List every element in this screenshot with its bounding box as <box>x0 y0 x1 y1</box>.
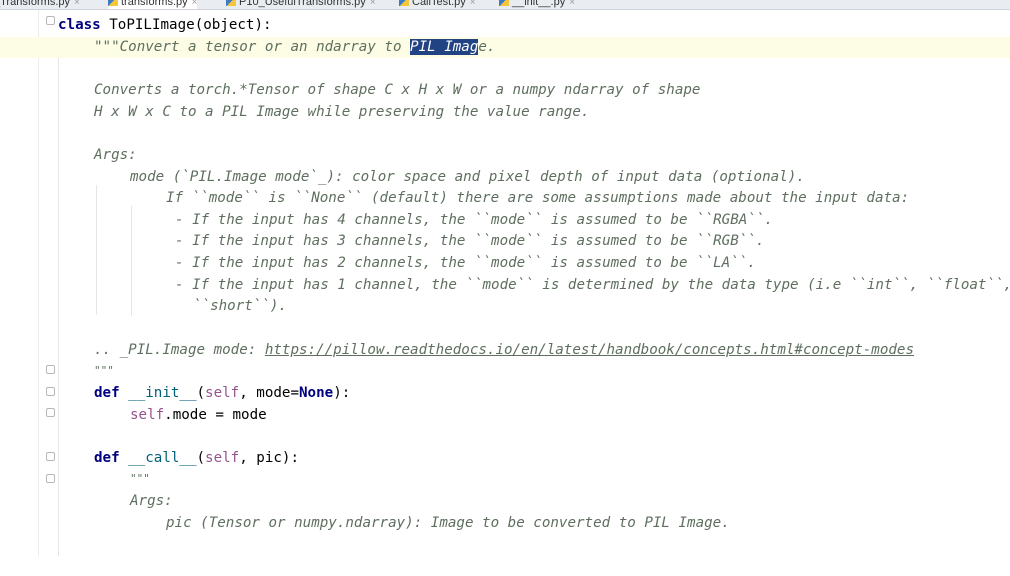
code-line: If ``mode`` is ``None`` (default) there … <box>0 188 1010 209</box>
code-line: Args: <box>0 491 1010 512</box>
docstring-text: """Convert a tensor or an ndarray to <box>94 39 411 55</box>
tab-transforms-underscore[interactable]: _Transforms.py × <box>0 0 80 9</box>
docstring-quotes: """ <box>130 472 150 485</box>
keyword: class <box>58 17 101 33</box>
docstring-text: - If the input has 4 channels, the ``mod… <box>175 212 773 228</box>
code-line: ``short``). <box>0 296 1010 317</box>
function-name: __init__ <box>119 385 197 401</box>
code-line: mode (`PIL.Image mode`_): color space an… <box>0 167 1010 188</box>
text-selection: PIL Imag <box>410 39 479 55</box>
code-line: def __init__(self, mode=None): <box>0 383 1010 404</box>
code-text: (object): <box>194 17 272 33</box>
code-line: def __call__(self, pic): <box>0 448 1010 469</box>
tab-init[interactable]: __init__.py × <box>499 0 575 9</box>
keyword: def <box>94 385 120 401</box>
python-file-icon <box>108 0 118 6</box>
python-file-icon <box>499 0 509 6</box>
function-name: __call__ <box>119 450 197 466</box>
keyword: None <box>299 385 334 401</box>
tab-label: CallTest.py <box>412 0 466 8</box>
code-line: - If the input has 2 channels, the ``mod… <box>0 253 1010 274</box>
code-text: ( <box>196 385 206 401</box>
code-editor[interactable]: class ToPILImage(object): """Convert a t… <box>0 10 1010 556</box>
code-line: class ToPILImage(object): <box>0 15 1010 36</box>
docstring-text: ``short``). <box>193 298 287 314</box>
code-text: ( <box>196 450 206 466</box>
self-param: self <box>130 407 165 423</box>
docstring-link[interactable]: https://pillow.readthedocs.io/en/latest/… <box>265 342 914 358</box>
code-line: Args: <box>0 145 1010 166</box>
tab-label: _Transforms.py <box>0 0 71 8</box>
docstring-text: - If the input has 1 channel, the ``mode… <box>175 277 1010 293</box>
code-line-current: """Convert a tensor or an ndarray to PIL… <box>0 37 1010 58</box>
docstring-text: e. <box>478 39 496 55</box>
tab-label: P10_UsefulTransforms.py <box>239 0 366 8</box>
docstring-text: H x W x C to a PIL Image while preservin… <box>94 104 590 120</box>
class-name: ToPILImage <box>100 17 195 33</box>
code-line: H x W x C to a PIL Image while preservin… <box>0 102 1010 123</box>
code-line: """ <box>0 360 1010 381</box>
code-line: - If the input has 3 channels, the ``mod… <box>0 231 1010 252</box>
code-text: .mode = mode <box>164 407 267 423</box>
docstring-text: .. _PIL.Image mode: <box>94 342 265 358</box>
close-icon[interactable]: × <box>470 0 476 8</box>
self-param: self <box>205 450 240 466</box>
code-text: ): <box>333 385 351 401</box>
code-line: .. _PIL.Image mode: https://pillow.readt… <box>0 340 1010 361</box>
code-line: Converts a torch.*Tensor of shape C x H … <box>0 80 1010 101</box>
code-line: self.mode = mode <box>0 405 1010 426</box>
docstring-text: mode (`PIL.Image mode`_): color space an… <box>130 169 805 185</box>
close-icon[interactable]: × <box>74 0 80 8</box>
docstring-text: - If the input has 2 channels, the ``mod… <box>175 255 756 271</box>
tab-label: transforms.py <box>121 0 188 8</box>
self-param: self <box>205 385 240 401</box>
tab-p10-useful-transforms[interactable]: P10_UsefulTransforms.py × <box>226 0 376 9</box>
docstring-text: Args: <box>94 147 137 163</box>
python-file-icon <box>399 0 409 6</box>
close-icon[interactable]: × <box>192 0 198 8</box>
docstring-text: pic (Tensor or numpy.ndarray): Image to … <box>166 515 730 531</box>
editor-tab-bar: _Transforms.py × transforms.py × P10_Usefu… <box>0 0 1010 10</box>
code-line: """ <box>0 468 1010 489</box>
docstring-text: If ``mode`` is ``None`` (default) there … <box>166 190 910 206</box>
code-text: , pic): <box>239 450 300 466</box>
docstring-text: - If the input has 3 channels, the ``mod… <box>175 233 765 249</box>
docstring-quotes: """ <box>94 364 114 377</box>
keyword: def <box>94 450 120 466</box>
tab-label: __init__.py <box>512 0 566 8</box>
close-icon[interactable]: × <box>370 0 376 8</box>
tab-calltest[interactable]: CallTest.py × <box>399 0 476 9</box>
docstring-text: Converts a torch.*Tensor of shape C x H … <box>94 82 701 98</box>
code-text: , mode= <box>239 385 300 401</box>
close-icon[interactable]: × <box>569 0 575 8</box>
code-line: - If the input has 1 channel, the ``mode… <box>0 275 1010 296</box>
docstring-text: Args: <box>130 493 173 509</box>
code-line: - If the input has 4 channels, the ``mod… <box>0 210 1010 231</box>
tab-transforms[interactable]: transforms.py × <box>108 0 198 9</box>
code-line: pic (Tensor or numpy.ndarray): Image to … <box>0 513 1010 534</box>
python-file-icon <box>226 0 236 6</box>
